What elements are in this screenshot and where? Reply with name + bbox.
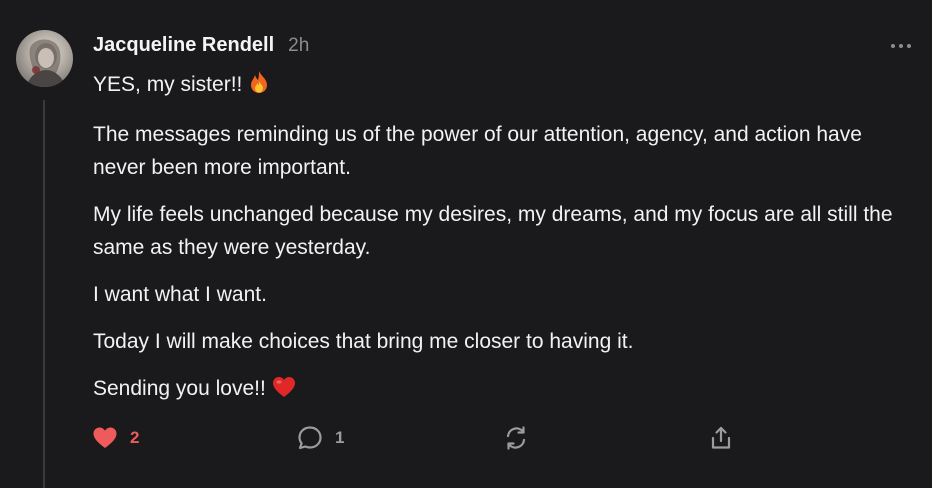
author-name[interactable]: Jacqueline Rendell <box>93 34 274 57</box>
comment-paragraph: The messages reminding us of the power o… <box>93 123 862 179</box>
like-count: 2 <box>130 428 140 447</box>
more-icon <box>891 44 911 48</box>
avatar[interactable] <box>16 30 73 87</box>
like-button[interactable]: 2 <box>92 423 139 453</box>
restack-icon <box>506 426 526 450</box>
comment-paragraph: Today I will make choices that bring me … <box>93 330 634 353</box>
more-options-button[interactable] <box>889 38 913 54</box>
avatar-image <box>26 39 66 87</box>
share-icon <box>711 426 731 449</box>
paragraph-text: YES, my sister!! <box>93 73 243 96</box>
red-heart-emoji-icon <box>272 375 296 408</box>
comment-icon <box>298 426 322 450</box>
reply-count: 1 <box>335 428 345 447</box>
comment-header: Jacqueline Rendell 2h <box>93 34 309 60</box>
comment-paragraph: Sending you love!! <box>93 372 918 408</box>
thread-line <box>43 100 45 488</box>
comment-card: Jacqueline Rendell 2h YES, my sister!! T… <box>0 0 932 488</box>
comment-paragraph: My life feels unchanged because my desir… <box>93 203 893 259</box>
fire-emoji-icon <box>248 70 270 104</box>
comment-paragraph: YES, my sister!! <box>93 68 918 104</box>
comment-body: YES, my sister!! The messages reminding … <box>93 68 918 422</box>
restack-button[interactable] <box>503 423 529 453</box>
heart-icon <box>93 427 117 448</box>
share-button[interactable] <box>708 423 734 453</box>
paragraph-text: Sending you love!! <box>93 377 266 400</box>
comment-paragraph: I want what I want. <box>93 283 267 306</box>
timestamp[interactable]: 2h <box>288 35 309 57</box>
reply-button[interactable]: 1 <box>297 423 344 453</box>
